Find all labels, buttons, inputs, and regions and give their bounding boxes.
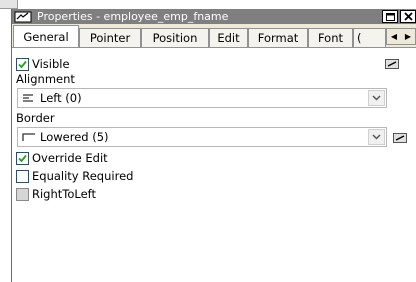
override-edit-checkbox[interactable] [16,151,29,165]
override-edit-option[interactable]: Override Edit [16,151,108,165]
maximize-button[interactable] [382,10,398,23]
tab-scroll-buttons: ◀ ▶ [386,28,416,45]
border-lowered-icon [18,133,40,141]
right-to-left-label: RightToLeft [32,187,97,201]
visible-checkbox[interactable] [16,57,29,71]
alignment-dropdown-button[interactable] [368,90,385,106]
override-edit-label: Override Edit [32,151,108,165]
right-to-left-option[interactable]: RightToLeft [16,187,96,201]
border-value: Lowered (5) [40,130,109,144]
title-buttons [380,10,416,23]
properties-icon [12,10,34,24]
right-to-left-checkbox[interactable] [16,187,29,201]
checkmark-icon [18,154,27,162]
tab-general[interactable]: General [13,25,79,47]
tab-font[interactable]: Font [308,28,353,47]
tab-strip: General Pointer Position Edit Format Fon… [12,25,416,47]
checkmark-icon [18,60,27,68]
tab-position[interactable]: Position [141,28,209,47]
align-left-icon [18,93,40,103]
visible-label: Visible [32,57,70,71]
tab-format[interactable]: Format [248,28,308,47]
equality-required-label: Equality Required [32,169,134,183]
expression-button-icon[interactable] [385,59,399,69]
border-expression-button-icon[interactable] [393,133,407,143]
properties-window: Properties - employee_emp_fname General … [11,9,416,282]
maximize-icon [385,12,395,21]
tab-pointer[interactable]: Pointer [79,28,141,47]
visible-option[interactable]: Visible [16,57,70,71]
tab-scroll-left-icon[interactable]: ◀ [391,32,397,41]
tab-scroll-right-icon[interactable]: ▶ [405,32,411,41]
close-button[interactable] [400,10,416,23]
tab-partial[interactable]: ( [353,28,386,47]
window-title: Properties - employee_emp_fname [37,10,229,23]
close-icon [403,12,413,21]
title-bar[interactable]: Properties - employee_emp_fname [12,9,416,24]
chevron-down-icon [372,95,381,101]
chevron-down-icon [372,134,381,140]
equality-required-checkbox[interactable] [16,169,29,183]
alignment-label: Alignment [16,72,75,86]
border-label: Border [16,111,55,125]
border-dropdown[interactable]: Lowered (5) [17,127,387,147]
equality-required-option[interactable]: Equality Required [16,169,133,183]
alignment-dropdown[interactable]: Left (0) [17,88,387,108]
tab-edit[interactable]: Edit [209,28,248,47]
alignment-value: Left (0) [40,91,82,105]
border-dropdown-button[interactable] [368,129,385,145]
background-window-edge [0,0,18,9]
general-panel: Visible Alignment Left (0) Border Lowere… [12,47,416,282]
